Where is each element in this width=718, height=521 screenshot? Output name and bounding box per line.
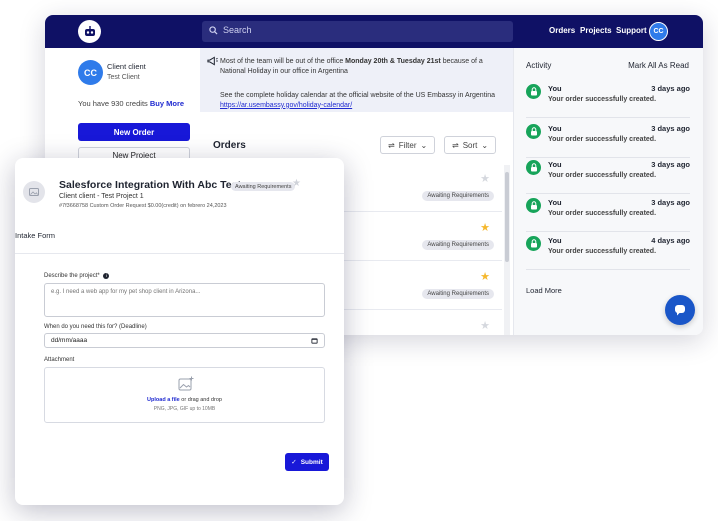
order-modal: Salesforce Integration With Abc Test Awa…	[15, 158, 344, 505]
activity-item[interactable]: You 3 days ago Your order successfully c…	[526, 122, 690, 158]
lock-icon	[526, 236, 541, 251]
lock-icon	[526, 84, 541, 99]
load-more-link[interactable]: Load More	[526, 286, 562, 295]
tab-intake-form[interactable]: Intake Form	[15, 231, 55, 240]
activity-message: Your order successfully created.	[548, 210, 657, 217]
user-avatar: CC	[78, 60, 103, 85]
buy-more-link[interactable]: Buy More	[150, 99, 184, 108]
filter-label: Filter	[398, 140, 417, 150]
user-subtitle: Test Client	[107, 74, 140, 81]
submit-label: Submit	[300, 458, 323, 466]
nav-support[interactable]: Support	[616, 26, 647, 35]
filter-icon: ⇌	[388, 140, 395, 150]
info-icon: i	[103, 273, 110, 279]
search-icon	[209, 26, 218, 35]
activity-item[interactable]: You 3 days ago Your order successfully c…	[526, 196, 690, 232]
activity-item[interactable]: You 3 days ago Your order successfully c…	[526, 82, 690, 118]
image-placeholder-icon	[23, 181, 45, 203]
order-meta: #7f3668758 Custom Order Request $0.00(cr…	[59, 203, 227, 209]
user-name: Client client	[107, 62, 146, 71]
activity-who: You	[548, 198, 562, 207]
activity-who: You	[548, 124, 562, 133]
lock-icon	[526, 160, 541, 175]
activity-item[interactable]: You 4 days ago Your order successfully c…	[526, 234, 690, 270]
status-badge: Awaiting Requirements	[422, 289, 494, 299]
upload-rest: or drag and drop	[179, 397, 222, 403]
filter-button[interactable]: ⇌ Filter ⌄	[380, 136, 436, 154]
activity-item[interactable]: You 3 days ago Your order successfully c…	[526, 158, 690, 194]
divider	[15, 253, 344, 254]
holiday-notice: Most of the team will be out of the offi…	[200, 48, 513, 112]
star-icon[interactable]: ★	[480, 221, 490, 234]
activity-message: Your order successfully created.	[548, 96, 657, 103]
activity-time: 3 days ago	[651, 160, 690, 169]
holiday-calendar-link[interactable]: https://ar.usembassy.gov/holiday-calenda…	[220, 102, 352, 109]
activity-time: 3 days ago	[651, 198, 690, 207]
file-dropzone[interactable]: Upload a file or drag and drop PNG, JPG,…	[44, 367, 325, 423]
activity-time: 3 days ago	[651, 124, 690, 133]
project-description-input[interactable]	[44, 283, 325, 317]
new-order-button[interactable]: New Order	[78, 123, 190, 141]
star-icon[interactable]: ★	[480, 319, 490, 332]
top-navbar: Search Orders Projects Support CC	[45, 15, 703, 48]
status-badge: Awaiting Requirements	[422, 240, 494, 250]
activity-who: You	[548, 84, 562, 93]
describe-label-text: Describe the project*	[44, 273, 100, 279]
logo-icon[interactable]	[78, 20, 101, 43]
star-icon[interactable]: ★	[480, 172, 490, 185]
upload-file-link[interactable]: Upload a file	[147, 397, 180, 403]
notice-part1: Most of the team will be out of the offi…	[220, 58, 346, 65]
activity-message: Your order successfully created.	[548, 136, 657, 143]
megaphone-icon	[207, 56, 218, 66]
notice-text: Most of the team will be out of the offi…	[220, 57, 510, 76]
deadline-value: dd/mm/aaaa	[51, 337, 88, 344]
deadline-label: When do you need this for? (Deadline)	[44, 324, 147, 330]
image-upload-icon	[178, 376, 194, 391]
deadline-date-input[interactable]: dd/mm/aaaa	[44, 333, 325, 348]
activity-time: 4 days ago	[651, 236, 690, 245]
sort-label: Sort	[462, 140, 478, 150]
orders-title: Orders	[213, 140, 246, 151]
search-input[interactable]: Search	[202, 21, 513, 42]
activity-panel: Activity Mark All As Read You 3 days ago…	[513, 48, 703, 335]
describe-label: Describe the project* i	[44, 273, 110, 279]
star-icon[interactable]: ★	[480, 270, 490, 283]
chevron-down-icon: ⌄	[481, 140, 489, 150]
nav-avatar[interactable]: CC	[649, 22, 668, 41]
upload-hint: PNG, JPG, GIF up to 10MB	[153, 406, 216, 412]
activity-who: You	[548, 160, 562, 169]
submit-button[interactable]: ✓ Submit	[285, 453, 329, 471]
activity-who: You	[548, 236, 562, 245]
activity-time: 3 days ago	[651, 84, 690, 93]
search-placeholder: Search	[223, 25, 252, 35]
star-icon[interactable]: ★	[292, 178, 301, 189]
chat-icon	[675, 305, 685, 316]
sort-icon: ⇌	[452, 140, 459, 150]
status-badge: Awaiting Requirements	[231, 182, 296, 191]
lock-icon	[526, 124, 541, 139]
activity-message: Your order successfully created.	[548, 172, 657, 179]
nav-orders[interactable]: Orders	[549, 26, 575, 35]
modal-subtitle: Client client - Test Project 1	[59, 193, 144, 200]
scrollbar-thumb[interactable]	[505, 172, 509, 262]
activity-title: Activity	[526, 61, 552, 70]
lock-icon	[526, 198, 541, 213]
notice-calendar-text: See the complete holiday calendar at the…	[220, 91, 510, 110]
check-icon: ✓	[291, 459, 297, 466]
credits-label: You have 930 credits	[78, 99, 148, 108]
activity-message: Your order successfully created.	[548, 248, 657, 255]
mark-all-read-link[interactable]: Mark All As Read	[628, 61, 689, 70]
attachment-label: Attachment	[44, 357, 75, 363]
chevron-down-icon: ⌄	[420, 140, 428, 150]
calendar-icon[interactable]	[311, 337, 318, 344]
notice-line2: See the complete holiday calendar at the…	[220, 92, 495, 99]
credits-text: You have 930 credits Buy More	[78, 99, 184, 108]
upload-text: Upload a file or drag and drop	[45, 397, 324, 403]
notice-dates: Monday 20th & Tuesday 21st	[345, 58, 441, 65]
chat-button[interactable]	[665, 295, 695, 325]
modal-title: Salesforce Integration With Abc Test	[59, 179, 241, 191]
status-badge: Awaiting Requirements	[422, 191, 494, 201]
sort-button[interactable]: ⇌ Sort ⌄	[444, 136, 497, 154]
nav-projects[interactable]: Projects	[580, 26, 612, 35]
